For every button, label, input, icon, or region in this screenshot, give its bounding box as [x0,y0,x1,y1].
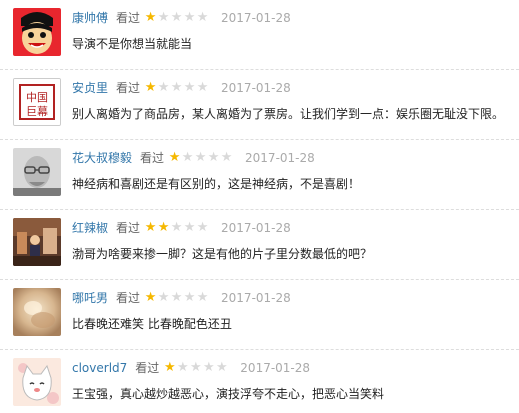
star-empty-icon: ★ [196,220,209,235]
review-item: 红辣椒 看过 ★ ★ ★ ★ ★ 2017-01-28 渤哥为啥要来掺一脚？这是有他的片… [0,210,519,280]
rating-stars: ★ ★ ★ ★ ★ [144,8,209,28]
star-empty-icon: ★ [157,80,170,95]
star-empty-icon: ★ [170,220,183,235]
review-meta: 安贞里 看过 ★ ★ ★ ★ ★ 2017-01-28 [72,78,291,98]
review-meta: 红辣椒 看过 ★ ★ ★ ★ ★ 2017-01-28 [72,218,291,238]
watch-status: 看过 [140,151,165,165]
star-empty-icon: ★ [176,360,189,375]
watch-status: 看过 [135,361,160,375]
review-comment: 渤哥为啥要来掺一脚？这是有他的片子里分数最低的吧？ [72,247,373,261]
review-meta: 康帅傅 看过 ★ ★ ★ ★ ★ 2017-01-28 [72,8,291,28]
username-link[interactable]: 哪吒男 [72,288,108,308]
review-comment: 别人离婚为了商品房，某人离婚为了票房。让我们学到一点：娱乐圈无耻没下限。 [72,107,505,121]
star-empty-icon: ★ [183,220,196,235]
review-comment: 比春晚还难笑 比春晚配色还丑 [72,317,232,331]
star-empty-icon: ★ [202,360,215,375]
star-empty-icon: ★ [189,360,202,375]
star-empty-icon: ★ [157,290,170,305]
star-empty-icon: ★ [170,10,183,25]
stage-scene-avatar[interactable] [13,218,61,266]
review-item: 花大叔穆毅 看过 ★ ★ ★ ★ ★ 2017-01-28 神经病和喜剧还是有区别的，这… [0,140,519,210]
watch-status: 看过 [116,11,141,25]
star-empty-icon: ★ [215,360,228,375]
review-meta: 花大叔穆毅 看过 ★ ★ ★ ★ ★ 2017-01-28 [72,148,315,168]
review-item: 中国 巨幕 安贞里 看过 ★ ★ ★ ★ ★ 2017-01-28 别人离婚为了商品房，… [0,70,519,140]
username-link[interactable]: 康帅傅 [72,8,108,28]
review-date: 2017-01-28 [240,361,311,375]
star-filled-icon: ★ [168,150,181,165]
star-filled-icon: ★ [144,80,157,95]
review-item: cloverld7 看过 ★ ★ ★ ★ ★ 2017-01-28 王宝强，真心越炒越恶… [0,350,519,413]
star-empty-icon: ★ [181,150,194,165]
star-empty-icon: ★ [170,80,183,95]
star-empty-icon: ★ [220,150,233,165]
review-list: 康帅傅 看过 ★ ★ ★ ★ ★ 2017-01-28 导演不是你想当就能当 中国 巨幕… [0,0,519,413]
rating-stars: ★ ★ ★ ★ ★ [144,218,209,238]
review-meta: 哪吒男 看过 ★ ★ ★ ★ ★ 2017-01-28 [72,288,291,308]
username-link[interactable]: 安贞里 [72,78,108,98]
username-link[interactable]: 花大叔穆毅 [72,148,132,168]
review-date: 2017-01-28 [221,291,291,305]
logo-text: 中国 [26,91,48,104]
star-filled-icon: ★ [163,360,176,375]
review-date: 2017-01-28 [221,81,291,95]
username-link[interactable]: cloverld7 [72,358,127,378]
logo-text: 巨幕 [26,104,48,118]
review-date: 2017-01-28 [221,11,291,25]
review-comment: 导演不是你想当就能当 [72,37,193,51]
review-meta: cloverld7 看过 ★ ★ ★ ★ ★ 2017-01-28 [72,358,310,378]
review-comment: 王宝强，真心越炒越恶心，演技浮夸不走心，把恶心当笑料 [72,387,385,401]
star-empty-icon: ★ [170,290,183,305]
rating-stars: ★ ★ ★ ★ ★ [144,78,209,98]
white-cat-cartoon-avatar[interactable] [13,358,61,406]
star-empty-icon: ★ [157,10,170,25]
star-empty-icon: ★ [183,10,196,25]
review-item: 康帅傅 看过 ★ ★ ★ ★ ★ 2017-01-28 导演不是你想当就能当 [0,0,519,70]
watch-status: 看过 [116,81,141,95]
watch-status: 看过 [116,291,141,305]
star-empty-icon: ★ [196,10,209,25]
star-empty-icon: ★ [183,290,196,305]
username-link[interactable]: 红辣椒 [72,218,108,238]
review-date: 2017-01-28 [245,151,315,165]
star-filled-icon: ★ [144,10,157,25]
watch-status: 看过 [116,221,141,235]
star-empty-icon: ★ [194,150,207,165]
cartoon-boy-avatar[interactable] [13,8,61,56]
star-filled-icon: ★ [144,220,157,235]
blurry-photo-avatar[interactable] [13,288,61,336]
star-empty-icon: ★ [183,80,196,95]
rating-stars: ★ ★ ★ ★ ★ [168,148,233,168]
star-empty-icon: ★ [196,80,209,95]
rating-stars: ★ ★ ★ ★ ★ [163,358,228,378]
review-item: 哪吒男 看过 ★ ★ ★ ★ ★ 2017-01-28 比春晚还难笑 比春晚配色还丑 [0,280,519,350]
zhongguo-jumu-logo-avatar[interactable]: 中国 巨幕 [13,78,61,126]
star-filled-icon: ★ [157,220,170,235]
star-filled-icon: ★ [144,290,157,305]
star-empty-icon: ★ [196,290,209,305]
review-comment: 神经病和喜剧还是有区别的，这是神经病，不是喜剧！ [72,177,361,191]
man-with-glasses-avatar[interactable] [13,148,61,196]
star-empty-icon: ★ [207,150,220,165]
rating-stars: ★ ★ ★ ★ ★ [144,288,209,308]
review-date: 2017-01-28 [221,221,291,235]
